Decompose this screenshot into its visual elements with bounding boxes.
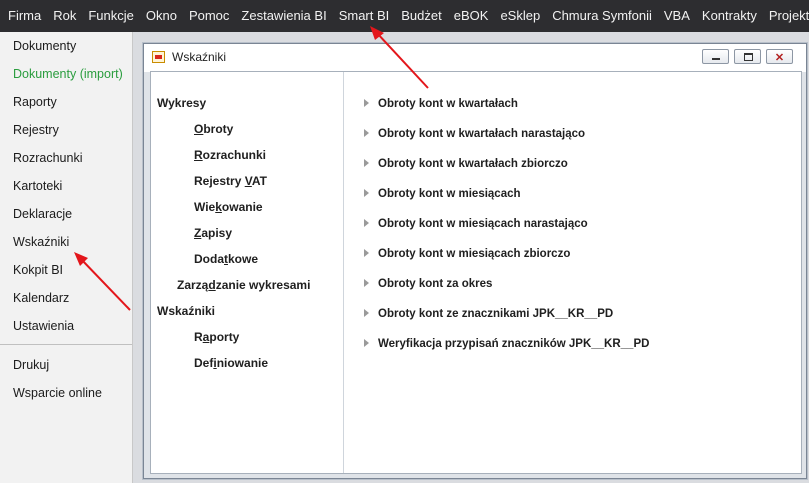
report-label: Obroty kont za okres xyxy=(378,278,493,290)
window-app-icon xyxy=(152,51,165,63)
menu-smart-bi[interactable]: Smart BI xyxy=(333,0,396,32)
tree-link-wiekowanie[interactable]: Wiekowanie xyxy=(194,200,263,214)
window-content: Wykresy Obroty Rozrachunki Rejestry VAT … xyxy=(150,71,802,474)
label-part: owanie xyxy=(221,200,263,214)
sidebar-item-deklaracje[interactable]: Deklaracje xyxy=(0,200,132,228)
sidebar-item-kokpit-bi[interactable]: Kokpit BI xyxy=(0,256,132,284)
report-list: Obroty kont w kwartałach Obroty kont w k… xyxy=(344,72,801,473)
tree-link-rozrachunki[interactable]: Rozrachunki xyxy=(194,148,266,162)
label-part: Zarzą xyxy=(177,278,209,292)
label-part: Doda xyxy=(194,252,224,266)
menu-esklep[interactable]: eSklep xyxy=(494,0,546,32)
tree-link-rejestry-vat[interactable]: Rejestry VAT xyxy=(194,174,267,188)
tree-header-wykresy: Wykresy xyxy=(157,96,207,110)
sidebar-item-wskazniki[interactable]: Wskaźniki xyxy=(0,228,132,256)
sidebar-item-rejestry[interactable]: Rejestry xyxy=(0,116,132,144)
maximize-button[interactable] xyxy=(734,49,761,64)
menu-ebok[interactable]: eBOK xyxy=(448,0,495,32)
navigation-tree: Wykresy Obroty Rozrachunki Rejestry VAT … xyxy=(151,72,344,473)
label-part: Rejestry xyxy=(194,174,245,188)
tree-link-dodatkowe[interactable]: Dodatkowe xyxy=(194,252,258,266)
menu-projekty[interactable]: Projekty xyxy=(763,0,809,32)
expand-arrow-icon xyxy=(364,249,369,257)
menu-pomoc[interactable]: Pomoc xyxy=(183,0,235,32)
report-item[interactable]: Obroty kont w miesiącach zbiorczo xyxy=(364,248,570,260)
window-title: Wskaźniki xyxy=(172,50,227,64)
close-button[interactable]: ✕ xyxy=(766,49,793,64)
sidebar-divider xyxy=(0,344,132,345)
label-part: apisy xyxy=(201,226,233,240)
tree-header-wskazniki: Wskaźniki xyxy=(157,304,216,318)
report-item[interactable]: Weryfikacja przypisań znaczników JPK__KR… xyxy=(364,338,649,350)
sidebar-item-raporty[interactable]: Raporty xyxy=(0,88,132,116)
main-menubar: Firma Rok Funkcje Okno Pomoc Zestawienia… xyxy=(0,0,809,32)
report-label: Obroty kont ze znacznikami JPK__KR__PD xyxy=(378,308,614,320)
label-part: broty xyxy=(203,122,234,136)
report-item[interactable]: Obroty kont w kwartałach zbiorczo xyxy=(364,158,568,170)
sidebar-item-kalendarz[interactable]: Kalendarz xyxy=(0,284,132,312)
menu-budzet[interactable]: Budżet xyxy=(395,0,447,32)
label-part: niowanie xyxy=(216,356,269,370)
sidebar: Dokumenty Dokumenty (import) Raporty Rej… xyxy=(0,32,133,483)
expand-arrow-icon xyxy=(364,159,369,167)
report-label: Obroty kont w kwartałach xyxy=(378,98,518,110)
sidebar-item-kartoteki[interactable]: Kartoteki xyxy=(0,172,132,200)
report-item[interactable]: Obroty kont za okres xyxy=(364,278,492,290)
tree-link-obroty[interactable]: Obroty xyxy=(194,122,233,136)
report-item[interactable]: Obroty kont ze znacznikami JPK__KR__PD xyxy=(364,308,613,320)
expand-arrow-icon xyxy=(364,219,369,227)
sidebar-item-wsparcie-online[interactable]: Wsparcie online xyxy=(0,379,132,407)
label-part: R xyxy=(194,330,203,344)
accelerator-key: R xyxy=(194,148,203,162)
report-label: Obroty kont w miesiącach xyxy=(378,188,521,200)
wskazniki-window: Wskaźniki ✕ Wykresy Obroty Rozrachunki R… xyxy=(143,43,807,479)
tree-link-zarzadzanie-wykresami[interactable]: Zarządzanie wykresami xyxy=(177,278,310,292)
menu-okno[interactable]: Okno xyxy=(140,0,183,32)
label-part: AT xyxy=(251,174,267,188)
menu-funkcje[interactable]: Funkcje xyxy=(82,0,140,32)
report-label: Obroty kont w miesiącach narastająco xyxy=(378,218,588,230)
label-part: ozrachunki xyxy=(202,148,267,162)
report-label: Obroty kont w miesiącach zbiorczo xyxy=(378,248,571,260)
accelerator-key: V xyxy=(244,174,252,188)
accelerator-key: d xyxy=(208,278,216,292)
label-part: kowe xyxy=(228,252,259,266)
label-part: Def xyxy=(194,356,214,370)
menu-vba[interactable]: VBA xyxy=(658,0,696,32)
report-label: Obroty kont w kwartałach zbiorczo xyxy=(378,158,568,170)
report-item[interactable]: Obroty kont w kwartałach xyxy=(364,98,518,110)
expand-arrow-icon xyxy=(364,279,369,287)
report-item[interactable]: Obroty kont w kwartałach narastająco xyxy=(364,128,585,140)
menu-zestawienia-bi[interactable]: Zestawienia BI xyxy=(235,0,332,32)
close-icon: ✕ xyxy=(774,52,785,64)
sidebar-item-drukuj[interactable]: Drukuj xyxy=(0,351,132,379)
accelerator-key: O xyxy=(194,122,204,136)
expand-arrow-icon xyxy=(364,339,369,347)
expand-arrow-icon xyxy=(364,129,369,137)
tree-link-definiowanie[interactable]: Definiowanie xyxy=(194,356,268,370)
expand-arrow-icon xyxy=(364,309,369,317)
sidebar-item-dokumenty[interactable]: Dokumenty xyxy=(0,32,132,60)
label-part: Wie xyxy=(194,200,216,214)
menu-kontrakty[interactable]: Kontrakty xyxy=(696,0,763,32)
window-titlebar[interactable]: Wskaźniki ✕ xyxy=(144,44,806,72)
accelerator-key: k xyxy=(215,200,222,214)
tree-link-zapisy[interactable]: Zapisy xyxy=(194,226,232,240)
report-item[interactable]: Obroty kont w miesiącach narastająco xyxy=(364,218,588,230)
minimize-button[interactable] xyxy=(702,49,729,64)
expand-arrow-icon xyxy=(364,99,369,107)
label-part: zanie wykresami xyxy=(215,278,311,292)
report-label: Weryfikacja przypisań znaczników JPK__KR… xyxy=(378,338,650,350)
tree-link-raporty[interactable]: Raporty xyxy=(194,330,239,344)
sidebar-item-ustawienia[interactable]: Ustawienia xyxy=(0,312,132,340)
label-part: porty xyxy=(209,330,240,344)
sidebar-item-rozrachunki[interactable]: Rozrachunki xyxy=(0,144,132,172)
expand-arrow-icon xyxy=(364,189,369,197)
sidebar-item-dokumenty-import[interactable]: Dokumenty (import) xyxy=(0,60,132,88)
menu-chmura-symfonii[interactable]: Chmura Symfonii xyxy=(546,0,658,32)
report-item[interactable]: Obroty kont w miesiącach xyxy=(364,188,521,200)
menu-rok[interactable]: Rok xyxy=(47,0,82,32)
report-label: Obroty kont w kwartałach narastająco xyxy=(378,128,586,140)
menu-firma[interactable]: Firma xyxy=(0,0,47,32)
